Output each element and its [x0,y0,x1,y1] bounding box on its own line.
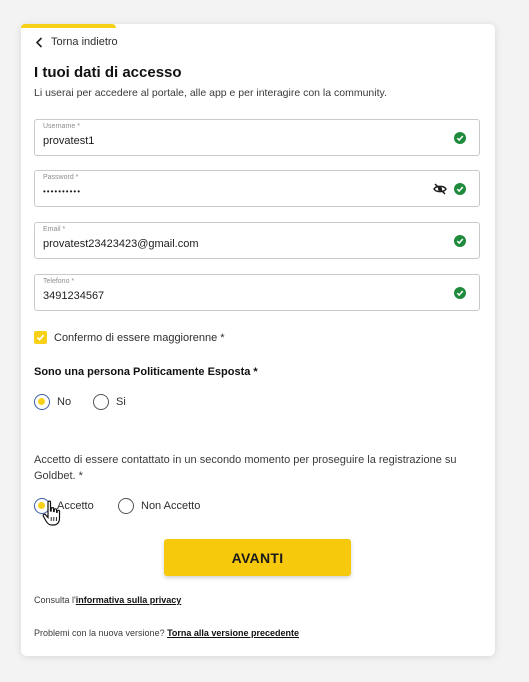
contact-consent-text: Accetto di essere contattato in un secon… [34,454,457,482]
email-field[interactable]: Email * [34,222,480,259]
age-confirm-checkbox[interactable] [34,331,47,344]
progress-bar [21,24,116,28]
registration-card: Torna indietro I tuoi dati di accesso Li… [21,24,495,656]
privacy-prefix: Consulta l' [34,595,76,605]
password-input[interactable] [43,187,423,196]
consent-option-decline[interactable]: Non Accetto [118,498,200,514]
email-input[interactable] [43,238,423,250]
back-link[interactable]: Torna indietro [35,36,118,48]
page-subtitle: Li userai per accedere al portale, alle … [34,87,387,99]
eye-slash-icon[interactable] [433,183,447,195]
username-field[interactable]: Username * [34,119,480,156]
submit-button[interactable]: AVANTI [164,539,351,576]
radio-button[interactable] [118,498,134,514]
password-label: Password * [43,174,79,181]
old-version-prefix: Problemi con la nuova versione? [34,628,168,638]
check-icon [454,287,466,299]
pep-option-si-label: Si [116,396,126,408]
username-label: Username * [43,123,80,130]
radio-button[interactable] [34,498,50,514]
phone-field[interactable]: Telefono * [34,274,480,311]
check-icon [454,235,466,247]
privacy-link[interactable]: informativa sulla privacy [76,595,182,605]
pep-question: Sono una persona Politicamente Esposta * [34,366,258,378]
checkmark-icon [36,334,45,341]
phone-input[interactable] [43,290,423,302]
pep-option-no[interactable]: No [34,394,71,410]
radio-button[interactable] [93,394,109,410]
consent-option-accept-label: Accetto [57,500,94,512]
pep-option-si[interactable]: Si [93,394,126,410]
privacy-note: Consulta l'informativa sulla privacy [34,595,181,605]
check-icon [454,132,466,144]
age-confirm-label: Confermo di essere maggiorenne * [54,331,225,344]
page-title: I tuoi dati di accesso [34,64,182,81]
consent-option-accept[interactable]: Accetto [34,498,94,514]
chevron-left-icon [35,36,43,48]
age-confirm-checkbox-row[interactable]: Confermo di essere maggiorenne * [34,331,225,344]
email-label: Email * [43,226,66,233]
back-link-label: Torna indietro [51,36,118,48]
old-version-link[interactable]: Torna alla versione precedente [167,628,299,638]
consent-option-decline-label: Non Accetto [141,500,201,512]
username-input[interactable] [43,135,423,147]
check-icon [454,183,466,195]
password-field[interactable]: Password * [34,170,480,207]
radio-button[interactable] [34,394,50,410]
old-version-note: Problemi con la nuova versione? Torna al… [34,628,299,638]
phone-label: Telefono * [43,278,75,285]
pep-option-no-label: No [57,396,72,408]
